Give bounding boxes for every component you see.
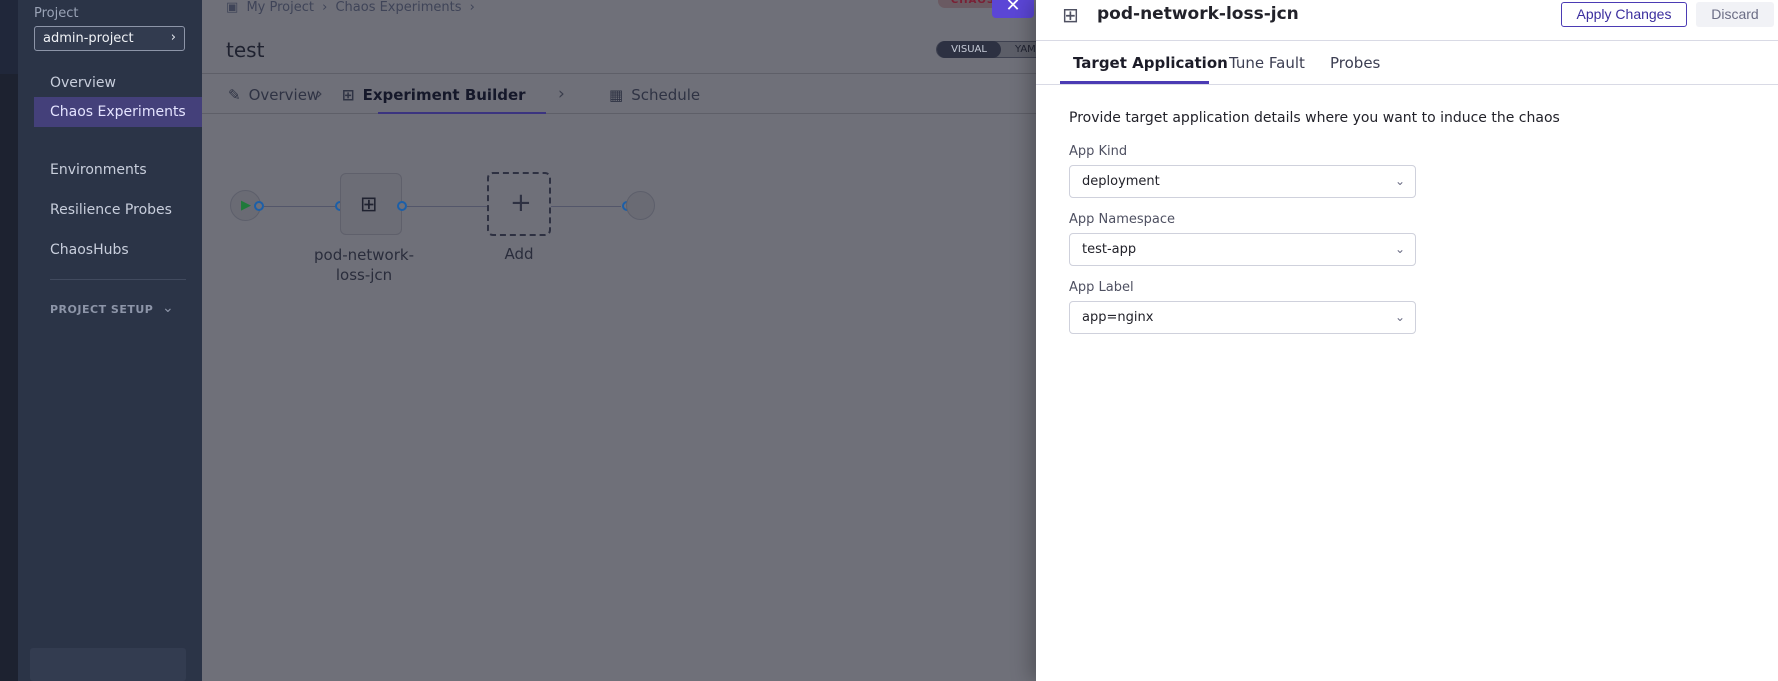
tab-schedule[interactable]: ▦ Schedule (609, 86, 700, 104)
app-label-select[interactable]: app=nginx ⌄ (1069, 301, 1416, 334)
plus-icon: + (510, 188, 532, 218)
flow-connector (407, 206, 487, 207)
sidebar-item-overview[interactable]: Overview (34, 68, 202, 98)
fault-icon: ⊞ (342, 86, 355, 104)
fault-config-drawer: ⊞ pod-network-loss-jcn Apply Changes Dis… (1036, 0, 1778, 681)
app-label-value: app=nginx (1082, 310, 1154, 325)
pencil-icon: ✎ (228, 86, 241, 104)
app-namespace-label: App Namespace (1069, 212, 1176, 227)
breadcrumb: ▣ My Project › Chaos Experiments › (226, 0, 479, 15)
apply-changes-button[interactable]: Apply Changes (1561, 2, 1687, 27)
chevron-right-icon: › (558, 84, 565, 104)
project-name: admin-project (43, 31, 134, 46)
target-application-form: Provide target application details where… (1069, 110, 1749, 334)
fault-node-label: pod-network- loss-jcn (304, 245, 424, 285)
tab-label: Overview (248, 86, 320, 104)
chevron-down-icon: ⌄ (1394, 174, 1405, 188)
app-namespace-select[interactable]: test-app ⌄ (1069, 233, 1416, 266)
add-label: Add (504, 245, 534, 263)
play-icon: ▶ (241, 198, 251, 213)
tab-target-application[interactable]: Target Application (1073, 54, 1228, 72)
tab-overview[interactable]: ✎ Overview (228, 86, 319, 104)
connector-dot (254, 201, 264, 211)
fault-icon: ⊞ (360, 192, 378, 216)
fault-label-line: pod-network- (314, 246, 414, 264)
rail-header (0, 0, 18, 74)
project-icon: ▣ (226, 0, 239, 15)
end-node[interactable] (626, 191, 655, 220)
chevron-right-icon: › (316, 84, 323, 104)
connector-dot (397, 201, 407, 211)
view-mode-toggle[interactable]: VISUAL YAML (936, 41, 1046, 58)
breadcrumb-separator: › (322, 0, 328, 15)
breadcrumb-item-project[interactable]: My Project (246, 0, 314, 15)
form-intro: Provide target application details where… (1069, 110, 1560, 126)
close-drawer-button[interactable]: ✕ (992, 0, 1034, 18)
active-tab-underline (1060, 81, 1209, 84)
sidebar: Project admin-project › Overview Chaos E… (18, 0, 202, 681)
project-setup-label[interactable]: PROJECT SETUP (50, 303, 153, 316)
chevron-down-icon: ⌄ (1394, 242, 1405, 256)
close-icon: ✕ (1005, 0, 1021, 16)
tab-label: Schedule (631, 86, 701, 104)
flow-connector (264, 206, 344, 207)
chevron-down-icon: ⌄ (1394, 310, 1405, 324)
discard-button[interactable]: Discard (1696, 2, 1774, 27)
breadcrumb-item-experiments[interactable]: Chaos Experiments (335, 0, 461, 15)
sidebar-item-chaoshubs[interactable]: ChaosHubs (34, 235, 202, 265)
visual-toggle-option[interactable]: VISUAL (937, 41, 1001, 58)
project-label: Project (34, 6, 79, 21)
tab-label: Experiment Builder (362, 86, 526, 104)
calendar-icon: ▦ (609, 86, 624, 104)
drawer-header: ⊞ pod-network-loss-jcn Apply Changes Dis… (1036, 0, 1778, 41)
sidebar-item-environments[interactable]: Environments (34, 155, 202, 185)
app-kind-value: deployment (1082, 174, 1160, 189)
tab-tune-fault[interactable]: Tune Fault (1229, 54, 1305, 72)
chevron-right-icon: › (170, 30, 176, 45)
tab-experiment-builder[interactable]: ⊞ Experiment Builder (342, 86, 526, 104)
sidebar-divider (50, 279, 186, 280)
project-selector[interactable]: admin-project › (34, 26, 185, 51)
breadcrumb-separator: › (469, 0, 475, 15)
nav-rail (0, 0, 18, 681)
drawer-tabs: Target Application Tune Fault Probes (1036, 41, 1778, 85)
add-fault-button[interactable]: + (487, 172, 551, 236)
sidebar-item-chaos-experiments[interactable]: Chaos Experiments (34, 97, 202, 127)
page-title: test (226, 38, 265, 62)
drawer-title: pod-network-loss-jcn (1097, 4, 1299, 24)
sidebar-footer (30, 648, 186, 681)
chevron-down-icon[interactable]: ⌄ (162, 300, 174, 316)
app-kind-label: App Kind (1069, 144, 1128, 159)
fault-label-line: loss-jcn (335, 266, 393, 284)
fault-icon: ⊞ (1062, 3, 1079, 27)
app-namespace-value: test-app (1082, 242, 1137, 257)
flow-connector (551, 206, 621, 207)
fault-node[interactable]: ⊞ (340, 173, 402, 235)
app-kind-select[interactable]: deployment ⌄ (1069, 165, 1416, 198)
app-label-label: App Label (1069, 280, 1134, 295)
tab-probes[interactable]: Probes (1330, 54, 1380, 72)
active-tab-underline (378, 112, 546, 114)
sidebar-item-resilience-probes[interactable]: Resilience Probes (34, 195, 202, 225)
